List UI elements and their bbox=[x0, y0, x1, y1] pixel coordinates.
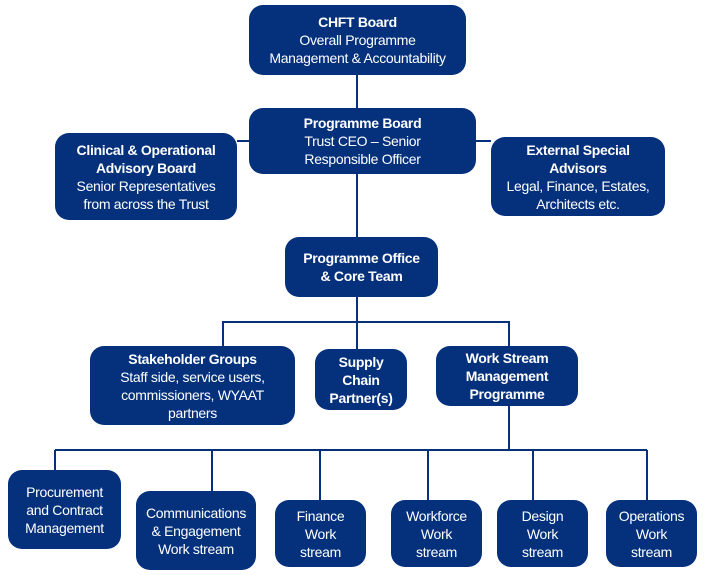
node-stakeholder-groups: Stakeholder Groups Staff side, service u… bbox=[90, 346, 295, 425]
node-title: Supply bbox=[338, 353, 384, 370]
node-text: Communications bbox=[145, 504, 247, 521]
node-text: Senior Representatives bbox=[76, 177, 216, 194]
node-title: Advisors bbox=[549, 159, 607, 176]
node-workforce: Workforce Work stream bbox=[391, 500, 482, 567]
node-title: Stakeholder Groups bbox=[128, 350, 257, 367]
node-title: CHFT Board bbox=[318, 14, 397, 30]
connector-office-branch bbox=[222, 321, 510, 346]
node-text: Work stream bbox=[158, 540, 234, 557]
node-text: Finance bbox=[296, 507, 345, 524]
node-text: Management & Accountability bbox=[269, 50, 446, 66]
node-text: Architects etc. bbox=[536, 195, 620, 212]
node-title: Management bbox=[465, 368, 549, 384]
node-text: partners bbox=[168, 404, 217, 421]
node-title: Partner(s) bbox=[329, 389, 393, 406]
node-procurement: Procurement and Contract Management bbox=[8, 470, 121, 549]
node-text: and Contract bbox=[26, 501, 103, 518]
node-text: & Engagement bbox=[151, 522, 241, 539]
node-text: Procurement bbox=[26, 483, 103, 500]
node-text: Work bbox=[420, 525, 453, 542]
node-title: Programme Board bbox=[303, 115, 422, 131]
node-supply-chain: Supply Chain Partner(s) bbox=[315, 349, 407, 410]
node-title: Programme bbox=[469, 386, 545, 402]
node-text: stream bbox=[631, 543, 672, 560]
node-text: Work bbox=[635, 525, 668, 542]
node-clinical-advisory-board: Clinical & Operational Advisory Board Se… bbox=[55, 133, 237, 220]
node-title: External Special bbox=[526, 141, 630, 158]
node-operations: Operations Work stream bbox=[606, 500, 697, 567]
node-text: Work bbox=[526, 525, 559, 542]
node-text: Management bbox=[25, 519, 104, 536]
node-design: Design Work stream bbox=[497, 500, 588, 567]
node-external-advisors: External Special Advisors Legal, Finance… bbox=[491, 137, 665, 216]
node-title: Programme Office bbox=[303, 250, 420, 266]
node-title: Work Stream bbox=[465, 350, 549, 366]
node-text: Design bbox=[521, 507, 564, 524]
node-programme-board: Programme Board Trust CEO – Senior Respo… bbox=[249, 108, 476, 174]
node-text: Legal, Finance, Estates, bbox=[506, 177, 650, 194]
node-text: Responsible Officer bbox=[304, 151, 421, 167]
node-title: & Core Team bbox=[320, 268, 403, 284]
node-text: commissioners, WYAAT bbox=[121, 386, 264, 403]
node-text: stream bbox=[416, 543, 457, 560]
node-text: Trust CEO – Senior bbox=[304, 133, 421, 149]
node-text: from across the Trust bbox=[83, 195, 209, 212]
node-text: stream bbox=[300, 543, 341, 560]
node-finance: Finance Work stream bbox=[275, 500, 366, 567]
node-text: Workforce bbox=[406, 507, 467, 524]
node-chft-board: CHFT Board Overall Programme Management … bbox=[249, 5, 466, 75]
node-text: Overall Programme bbox=[299, 32, 416, 48]
node-title: Clinical & Operational bbox=[76, 141, 216, 158]
node-text: Operations bbox=[618, 507, 685, 524]
node-communications: Communications & Engagement Work stream bbox=[136, 491, 256, 570]
node-text: Work bbox=[304, 525, 337, 542]
node-text: stream bbox=[522, 543, 563, 560]
node-work-stream-management: Work Stream Management Programme bbox=[436, 346, 578, 406]
node-text: Staff side, service users, bbox=[120, 368, 265, 385]
node-title: Chain bbox=[342, 371, 380, 388]
node-title: Advisory Board bbox=[95, 159, 197, 176]
node-programme-office: Programme Office & Core Team bbox=[285, 237, 438, 297]
org-chart: CHFT Board Overall Programme Management … bbox=[0, 0, 705, 575]
